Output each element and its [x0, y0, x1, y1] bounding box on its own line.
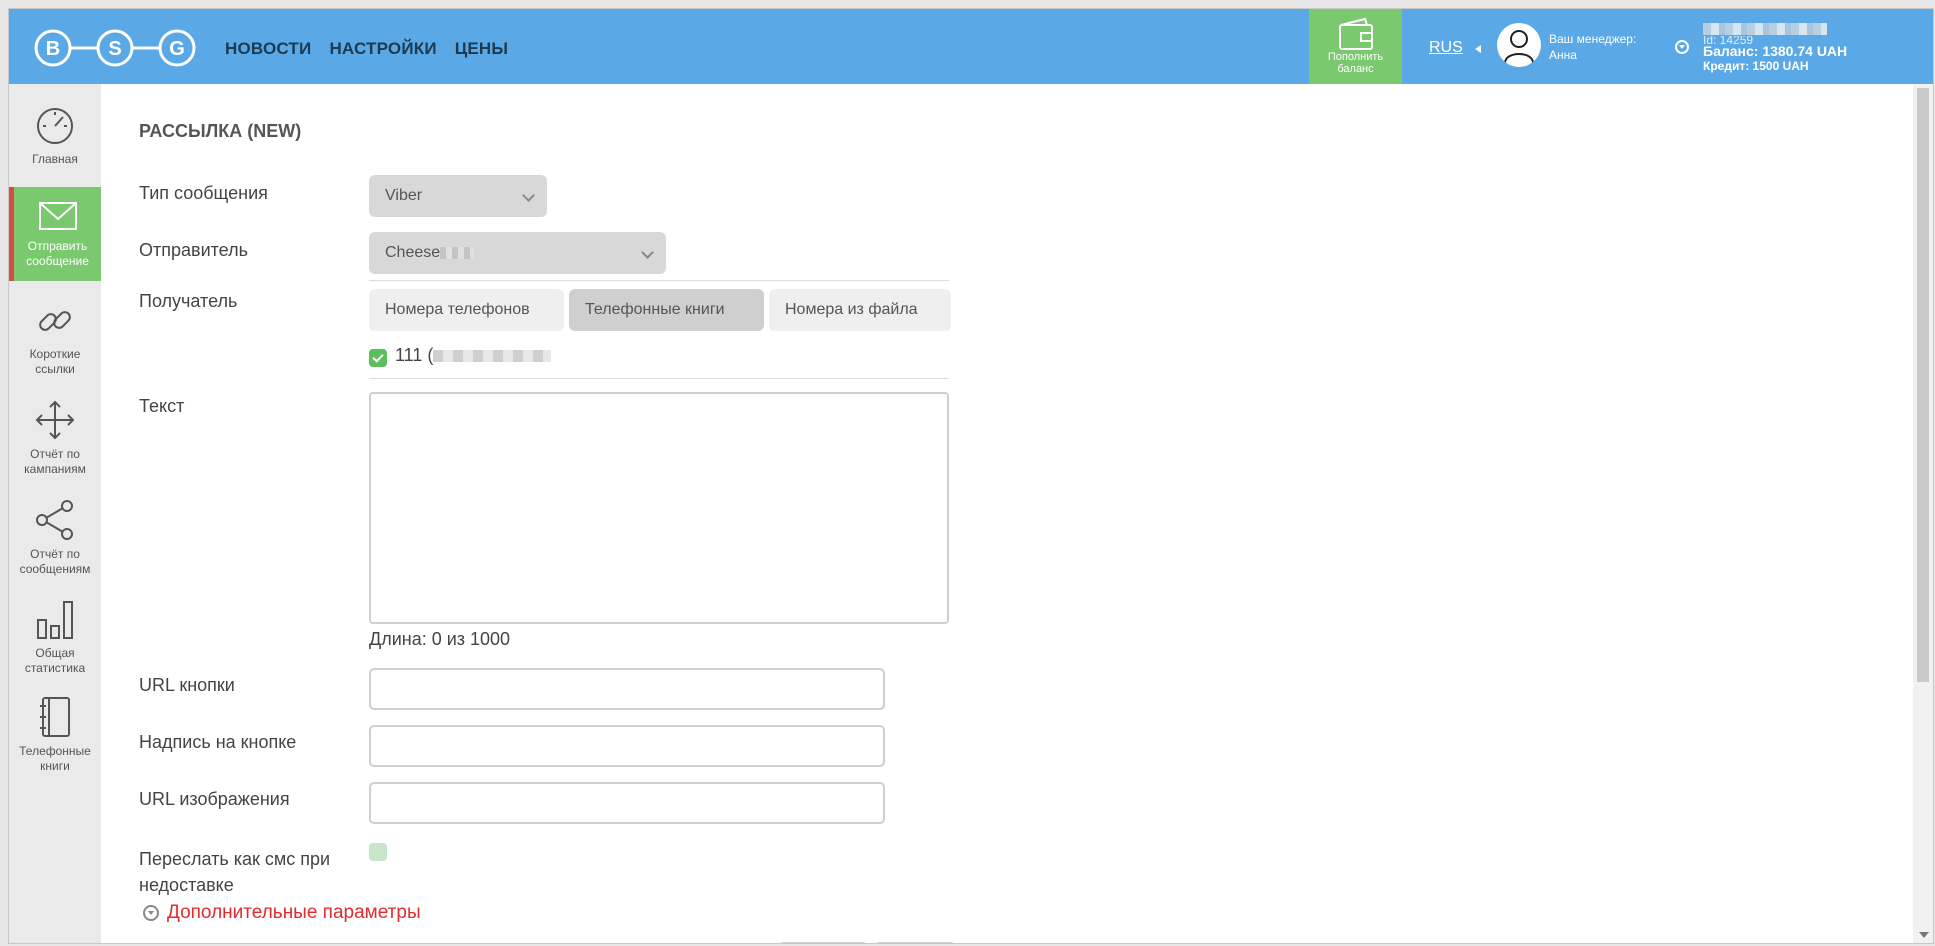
divider [369, 280, 949, 281]
account-id: Id: 14259 [1703, 36, 1754, 44]
button-caption-label: Надпись на кнопке [139, 732, 297, 752]
speedometer-icon [37, 108, 73, 144]
chevron-down-icon [522, 189, 535, 202]
image-url-input[interactable] [369, 782, 885, 824]
app-window: B S G НОВОСТИ НАСТРОЙКИ ЦЕНЫ Пополнить б… [8, 8, 1934, 944]
footer-button-partial[interactable] [779, 942, 867, 943]
message-type-select[interactable]: Viber [369, 175, 547, 217]
tab-phone-numbers[interactable]: Номера телефонов [369, 289, 564, 331]
sidebar-item-label: Короткие [29, 347, 81, 361]
sidebar: Главная Отправить сообщение Короткие ссы… [9, 84, 101, 943]
divider [369, 378, 949, 379]
balance-label: Баланс: [1703, 43, 1759, 59]
scroll-down-arrow-icon[interactable] [1919, 932, 1929, 938]
image-url-label: URL изображения [139, 789, 290, 809]
tab-file-numbers[interactable]: Номера из файла [769, 289, 951, 331]
sidebar-item-label: книги [40, 759, 70, 773]
footer-button-partial[interactable] [875, 942, 955, 943]
logo-letter-g: G [169, 38, 185, 60]
manager-label: Ваш менеджер: [1549, 32, 1637, 46]
resend-sms-label: Переслать как смс при недоставке [139, 846, 330, 898]
sidebar-item-label: сообщениям [19, 562, 91, 576]
account-info: Id: 14259 Баланс: 1380.74 UAH Кредит: 15… [1703, 21, 1847, 74]
button-url-input[interactable] [369, 668, 885, 710]
resend-sms-toggle[interactable] [369, 843, 387, 861]
resend-sms-label-line2: недоставке [139, 875, 234, 895]
message-type-value: Viber [385, 187, 423, 204]
main-content: РАССЫЛКА (NEW) Тип сообщения Viber Отпра… [113, 96, 1909, 943]
sidebar-item-label: Отчёт по [30, 447, 80, 461]
nav-prices[interactable]: ЦЕНЫ [455, 39, 508, 59]
wallet-icon [1338, 17, 1373, 50]
sender-label: Отправитель [139, 240, 248, 260]
sidebar-item-campaign-report[interactable]: Отчёт по кампаниям [9, 387, 101, 481]
account-dropdown-icon[interactable] [1675, 40, 1689, 54]
credit-label: Кредит: [1703, 59, 1750, 73]
bar-chart-icon [37, 601, 73, 639]
envelope-icon [38, 202, 77, 230]
nav-settings[interactable]: НАСТРОЙКИ [329, 39, 436, 59]
link-icon [39, 311, 71, 331]
bsg-logo[interactable]: B S G [33, 27, 211, 69]
move-arrows-icon [35, 400, 75, 440]
phone-book-name: 111 ( [395, 345, 434, 365]
top-nav: НОВОСТИ НАСТРОЙКИ ЦЕНЫ [225, 39, 508, 59]
user-icon [1504, 30, 1534, 64]
sidebar-item-message-report[interactable]: Отчёт по сообщениям [9, 487, 101, 581]
sidebar-item-label: кампаниям [24, 462, 86, 476]
sidebar-item-label: Главная [32, 152, 78, 166]
sidebar-item-label: Телефонные [19, 744, 91, 758]
tab-phone-books[interactable]: Телефонные книги [569, 289, 764, 331]
length-counter: Длина: 0 из 1000 [369, 629, 511, 649]
avatar [1497, 23, 1541, 67]
phone-book-redacted [433, 350, 552, 363]
sender-value: Cheese [385, 244, 441, 261]
sidebar-item-label: ссылки [35, 362, 75, 376]
expand-circle-icon [143, 904, 159, 921]
scrollbar-thumb[interactable] [1917, 88, 1929, 682]
credit-value: 1500 UAH [1752, 59, 1809, 73]
logo-letter-s: S [108, 38, 121, 60]
sidebar-item-label: сообщение [26, 254, 89, 268]
sidebar-item-label: статистика [24, 661, 86, 675]
share-icon [36, 500, 73, 540]
advanced-params-link[interactable]: Дополнительные параметры [143, 902, 421, 924]
manager-name: Анна [1549, 48, 1577, 62]
sidebar-item-home[interactable]: Главная [9, 94, 101, 188]
sidebar-item-short-links[interactable]: Короткие ссылки [9, 289, 101, 383]
page-title: РАССЫЛКА (NEW) [139, 121, 302, 141]
sender-select[interactable]: Cheese [369, 232, 666, 274]
nav-news[interactable]: НОВОСТИ [225, 39, 311, 59]
sidebar-item-label: Отправить [27, 239, 88, 253]
language-selector[interactable]: RUS [1429, 39, 1463, 57]
message-type-label: Тип сообщения [139, 183, 268, 203]
sender-redacted [440, 246, 475, 259]
logo-letter-b: B [46, 38, 60, 60]
recipient-label: Получатель [139, 291, 238, 311]
notebook-icon [40, 697, 70, 737]
vertical-scrollbar[interactable] [1913, 84, 1933, 943]
account-name-redacted [1703, 23, 1827, 36]
phone-book-item[interactable]: 111 ( [395, 345, 552, 366]
message-text-area[interactable] [369, 392, 949, 624]
sidebar-item-send-message[interactable]: Отправить сообщение [9, 187, 101, 281]
top-header: B S G НОВОСТИ НАСТРОЙКИ ЦЕНЫ Пополнить б… [9, 9, 1933, 84]
sidebar-item-label: Отчёт по [30, 547, 80, 561]
resend-sms-label-line1: Переслать как смс при [139, 849, 331, 869]
balance-value: 1380.74 UAH [1762, 43, 1848, 59]
chevron-down-icon [641, 246, 654, 259]
topup-label-2: баланс [1337, 63, 1374, 75]
topup-label-1: Пополнить [1327, 51, 1384, 63]
button-url-label: URL кнопки [139, 675, 235, 695]
advanced-params-label: Дополнительные параметры [167, 902, 421, 923]
sidebar-item-phone-books[interactable]: Телефонные книги [9, 684, 101, 778]
sidebar-item-statistics[interactable]: Общая статистика [9, 586, 101, 680]
phone-book-checkbox[interactable] [369, 349, 387, 367]
manager-info: Ваш менеджер: Анна [1549, 31, 1636, 63]
language-arrow-icon[interactable] [1475, 45, 1481, 53]
sidebar-item-label: Общая [35, 646, 75, 660]
text-label: Текст [139, 396, 185, 416]
topup-balance-button[interactable]: Пополнить баланс [1309, 9, 1402, 84]
button-caption-input[interactable] [369, 725, 885, 767]
